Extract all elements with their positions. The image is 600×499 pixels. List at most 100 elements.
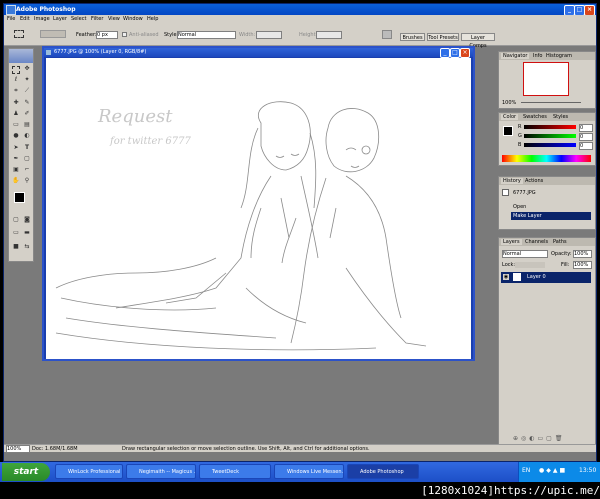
color-fg-swatch[interactable]: [503, 126, 513, 136]
tab-histogram[interactable]: Histogram: [546, 53, 572, 59]
start-button[interactable]: start: [2, 463, 50, 481]
menu-window[interactable]: Window: [123, 16, 143, 22]
menu-select[interactable]: Select: [71, 16, 86, 22]
file-browser-icon[interactable]: [382, 30, 392, 39]
pen-tool-icon[interactable]: ✒: [12, 155, 20, 163]
canvas[interactable]: Request for twitter 6777: [46, 58, 471, 359]
selection-mode-icons[interactable]: [40, 30, 66, 38]
history-snapshot[interactable]: 6777.JPG: [513, 190, 536, 196]
history-panel: History Actions 6777.JPG Open Make Layer: [498, 176, 596, 230]
screen-mode-full-icon[interactable]: ▬: [23, 229, 31, 237]
layer-visibility-eye-icon[interactable]: ◉: [503, 274, 509, 280]
lock-icons[interactable]: [515, 262, 545, 268]
tab-paths[interactable]: Paths: [553, 239, 567, 245]
marquee-tool-icon[interactable]: [12, 66, 20, 74]
language-indicator[interactable]: EN: [522, 467, 530, 474]
height-label: Height:: [299, 32, 318, 38]
notes-tool-icon[interactable]: ▣: [12, 166, 20, 174]
tray-icons[interactable]: ●◆▲■: [539, 467, 567, 474]
tab-styles[interactable]: Styles: [553, 114, 568, 120]
screen-mode-fullscreen-icon[interactable]: ■: [12, 243, 20, 251]
height-input[interactable]: [316, 31, 342, 39]
antialiased-checkbox[interactable]: [122, 32, 127, 37]
screen-mode-standard-icon[interactable]: ▭: [12, 229, 20, 237]
taskbar-item-winlock[interactable]: WinLock Professional: [55, 464, 123, 479]
blend-mode-select[interactable]: Normal: [502, 250, 548, 258]
taskbar-item-messenger[interactable]: Windows Live Messen...: [274, 464, 344, 479]
move-tool-icon[interactable]: ✥: [23, 65, 31, 73]
width-label: Width:: [239, 32, 256, 38]
marquee-preset-icon[interactable]: [14, 30, 24, 38]
opacity-input[interactable]: 100%: [573, 250, 592, 258]
doc-maximize-button[interactable]: □: [450, 48, 460, 58]
channel-b-slider[interactable]: [524, 143, 576, 147]
layer-row-layer0[interactable]: ◉ Layer 0: [501, 272, 591, 283]
tab-swatches[interactable]: Swatches: [523, 114, 547, 120]
taskbar-item-negimaith[interactable]: Negimaith -- Magicus ...: [126, 464, 196, 479]
tab-channels[interactable]: Channels: [525, 239, 548, 245]
hand-tool-icon[interactable]: ✋: [12, 177, 20, 185]
menu-image[interactable]: Image: [34, 16, 50, 22]
eyedropper-icon[interactable]: ⌐: [23, 166, 31, 174]
clone-stamp-icon[interactable]: ♟: [12, 110, 20, 118]
menu-help[interactable]: Help: [147, 16, 158, 22]
healing-brush-icon[interactable]: ✚: [12, 99, 20, 107]
tab-navigator[interactable]: Navigator: [501, 53, 530, 59]
foreground-color-swatch[interactable]: [14, 192, 25, 203]
type-tool-icon[interactable]: T: [23, 144, 31, 152]
style-select[interactable]: Normal: [177, 31, 236, 39]
fill-input[interactable]: 100%: [573, 261, 592, 269]
navigator-zoom[interactable]: 100%: [502, 100, 516, 106]
taskbar-item-photoshop[interactable]: Adobe Photoshop: [347, 464, 419, 479]
path-selection-icon[interactable]: ➤: [12, 144, 20, 152]
dock-tab-brushes[interactable]: Brushes: [400, 33, 425, 41]
shape-tool-icon[interactable]: ▢: [23, 155, 31, 163]
slice-tool-icon[interactable]: ⟋: [23, 87, 31, 95]
taskbar-item-tweetdeck[interactable]: TweetDeck: [199, 464, 271, 479]
jump-to-imageready-icon[interactable]: ⇆: [23, 243, 31, 251]
tab-actions[interactable]: Actions: [525, 178, 543, 184]
menu-filter[interactable]: Filter: [91, 16, 103, 22]
brush-tool-icon[interactable]: ✎: [23, 99, 31, 107]
zoom-tool-icon[interactable]: ⚲: [23, 177, 31, 185]
tab-history[interactable]: History: [501, 178, 523, 184]
gradient-tool-icon[interactable]: ▤: [23, 121, 31, 129]
channel-g-slider[interactable]: [524, 134, 576, 138]
status-zoom[interactable]: 100%: [6, 445, 30, 453]
menu-layer[interactable]: Layer: [53, 16, 67, 22]
channel-g-value[interactable]: 0: [579, 133, 593, 141]
menu-file[interactable]: File: [7, 16, 15, 22]
antialiased-label: Anti-aliased: [129, 32, 159, 38]
feather-input[interactable]: 0 px: [96, 31, 118, 39]
width-input[interactable]: [256, 31, 282, 39]
navigator-thumbnail[interactable]: [523, 62, 569, 96]
channel-r-value[interactable]: 0: [579, 124, 593, 132]
menu-edit[interactable]: Edit: [20, 16, 30, 22]
doc-minimize-button[interactable]: _: [440, 48, 450, 58]
layer-name[interactable]: Layer 0: [527, 274, 546, 280]
blur-tool-icon[interactable]: ●: [12, 132, 20, 140]
toolbox-header-logo: [9, 49, 33, 63]
navigator-zoom-slider[interactable]: [521, 102, 581, 103]
quickmask-mode-icon[interactable]: ◙: [23, 216, 31, 224]
history-item-make-layer[interactable]: Make Layer: [511, 212, 591, 220]
tab-layers[interactable]: Layers: [501, 239, 522, 245]
menu-view[interactable]: View: [108, 16, 120, 22]
eraser-tool-icon[interactable]: ▭: [12, 121, 20, 129]
channel-r-slider[interactable]: [524, 125, 576, 129]
dodge-tool-icon[interactable]: ◐: [23, 132, 31, 140]
lasso-tool-icon[interactable]: ℓ: [12, 76, 20, 84]
crop-tool-icon[interactable]: ⌗: [12, 87, 20, 95]
color-spectrum-ramp[interactable]: [502, 155, 591, 162]
magic-wand-icon[interactable]: ✦: [23, 76, 31, 84]
history-item-open[interactable]: Open: [511, 203, 591, 211]
tab-info[interactable]: Info: [533, 53, 542, 59]
dock-tab-tool-presets[interactable]: Tool Presets: [427, 33, 459, 41]
channel-b-value[interactable]: 0: [579, 142, 593, 150]
layers-footer-icons[interactable]: ⊕◎◐▭▢🗑: [513, 435, 593, 443]
history-brush-icon[interactable]: ✐: [23, 110, 31, 118]
tab-color[interactable]: Color: [501, 114, 519, 120]
doc-close-button[interactable]: ×: [460, 48, 470, 58]
standard-mode-icon[interactable]: ▢: [12, 216, 20, 224]
dock-tab-layer-comps[interactable]: Layer Comps: [461, 33, 495, 49]
